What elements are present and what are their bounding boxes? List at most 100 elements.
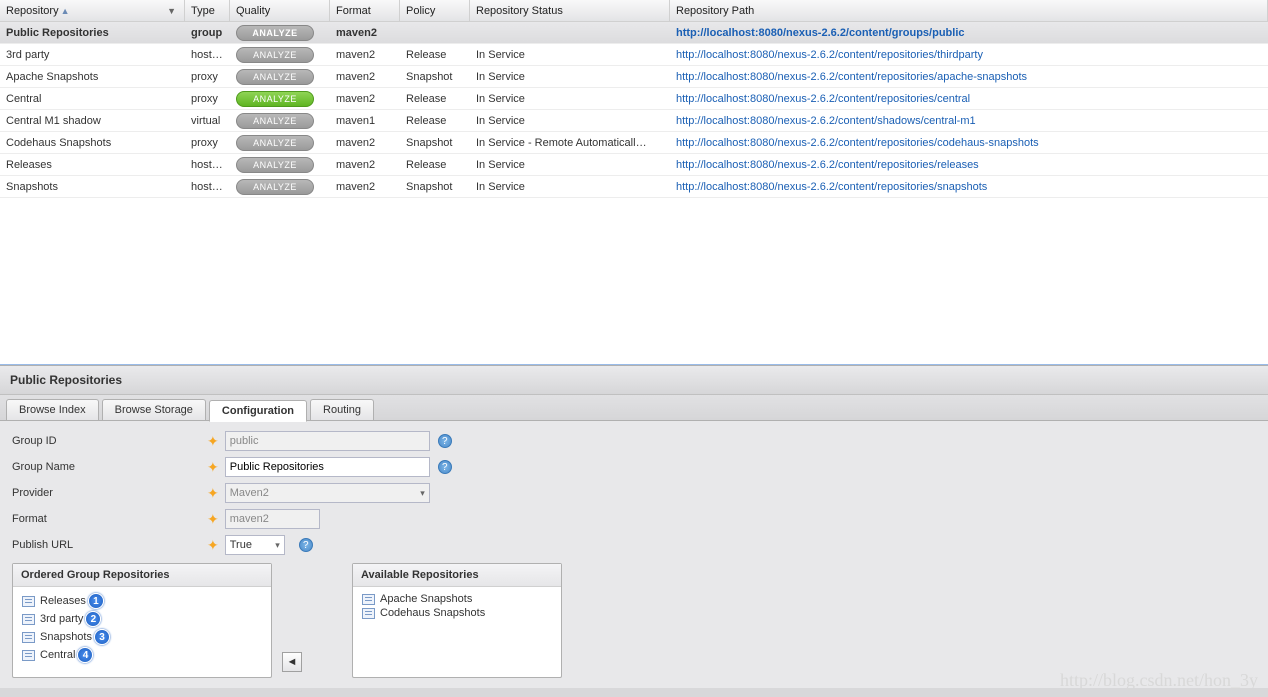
column-header-policy[interactable]: Policy xyxy=(400,0,470,21)
cell-type: hosted xyxy=(185,154,230,175)
cell-repository: 3rd party xyxy=(0,44,185,65)
list-item[interactable]: Apache Snapshots xyxy=(358,592,556,606)
chevron-down-icon: ▾ xyxy=(275,540,280,551)
analyze-button[interactable]: ANALYZE xyxy=(236,25,314,41)
select-provider: Maven2▾ xyxy=(225,483,430,503)
list-item[interactable]: Snapshots3 xyxy=(18,628,266,646)
available-list[interactable]: Apache SnapshotsCodehaus Snapshots xyxy=(353,587,561,677)
order-badge: 4 xyxy=(77,647,93,663)
analyze-button[interactable]: ANALYZE xyxy=(236,157,314,173)
tab-browse-index[interactable]: Browse Index xyxy=(6,399,99,420)
chevron-down-icon[interactable]: ▼ xyxy=(167,0,176,21)
select-publish-url[interactable]: True▾ xyxy=(225,535,285,555)
available-legend: Available Repositories xyxy=(353,564,561,587)
table-row[interactable]: ReleaseshostedANALYZEmaven2ReleaseIn Ser… xyxy=(0,154,1268,176)
required-icon: ✦ xyxy=(207,459,219,476)
list-item-label: Central xyxy=(40,649,75,661)
analyze-button[interactable]: ANALYZE xyxy=(236,47,314,63)
help-icon[interactable]: ? xyxy=(438,460,452,474)
tab-routing[interactable]: Routing xyxy=(310,399,374,420)
repository-icon xyxy=(22,650,35,661)
repository-icon xyxy=(362,594,375,605)
grid-header: Repository▲ ▼ Type Quality Format Policy… xyxy=(0,0,1268,22)
required-icon: ✦ xyxy=(207,485,219,502)
list-item[interactable]: Central4 xyxy=(18,646,266,664)
cell-path: http://localhost:8080/nexus-2.6.2/conten… xyxy=(670,176,1268,197)
repository-path-link[interactable]: http://localhost:8080/nexus-2.6.2/conten… xyxy=(676,181,987,193)
help-icon[interactable]: ? xyxy=(438,434,452,448)
label-provider: Provider xyxy=(12,487,207,499)
cell-status: In Service xyxy=(470,88,670,109)
repository-path-link[interactable]: http://localhost:8080/nexus-2.6.2/conten… xyxy=(676,71,1027,83)
table-row[interactable]: Codehaus SnapshotsproxyANALYZEmaven2Snap… xyxy=(0,132,1268,154)
input-group-name[interactable] xyxy=(225,457,430,477)
sort-asc-icon: ▲ xyxy=(61,6,70,16)
list-item[interactable]: Codehaus Snapshots xyxy=(358,606,556,620)
cell-policy: Snapshot xyxy=(400,176,470,197)
cell-format: maven2 xyxy=(330,176,400,197)
cell-type: proxy xyxy=(185,132,230,153)
cell-status xyxy=(470,22,670,43)
analyze-button[interactable]: ANALYZE xyxy=(236,113,314,129)
input-group-id xyxy=(225,431,430,451)
cell-path: http://localhost:8080/nexus-2.6.2/conten… xyxy=(670,88,1268,109)
table-row[interactable]: Central M1 shadowvirtualANALYZEmaven1Rel… xyxy=(0,110,1268,132)
repository-icon xyxy=(22,596,35,607)
analyze-button[interactable]: ANALYZE xyxy=(236,179,314,195)
tab-browse-storage[interactable]: Browse Storage xyxy=(102,399,206,420)
help-icon[interactable]: ? xyxy=(299,538,313,552)
cell-status: In Service xyxy=(470,44,670,65)
repository-path-link[interactable]: http://localhost:8080/nexus-2.6.2/conten… xyxy=(676,137,1039,149)
order-badge: 3 xyxy=(94,629,110,645)
cell-status: In Service xyxy=(470,154,670,175)
column-header-status[interactable]: Repository Status xyxy=(470,0,670,21)
repository-path-link[interactable]: http://localhost:8080/nexus-2.6.2/conten… xyxy=(676,93,970,105)
ordered-list[interactable]: Releases13rd party2Snapshots3Central4 xyxy=(13,587,271,677)
table-row[interactable]: 3rd partyhostedANALYZEmaven2ReleaseIn Se… xyxy=(0,44,1268,66)
cell-path: http://localhost:8080/nexus-2.6.2/conten… xyxy=(670,66,1268,87)
list-item[interactable]: 3rd party2 xyxy=(18,610,266,628)
move-left-button[interactable]: ◄ xyxy=(282,652,302,672)
cell-policy: Release xyxy=(400,110,470,131)
repository-icon xyxy=(22,632,35,643)
list-item[interactable]: Releases1 xyxy=(18,592,266,610)
cell-format: maven2 xyxy=(330,154,400,175)
column-header-format[interactable]: Format xyxy=(330,0,400,21)
cell-quality: ANALYZE xyxy=(230,132,330,153)
cell-quality: ANALYZE xyxy=(230,22,330,43)
cell-type: proxy xyxy=(185,88,230,109)
repository-path-link[interactable]: http://localhost:8080/nexus-2.6.2/conten… xyxy=(676,27,965,39)
cell-format: maven2 xyxy=(330,88,400,109)
repository-path-link[interactable]: http://localhost:8080/nexus-2.6.2/conten… xyxy=(676,159,979,171)
available-repositories: Available Repositories Apache SnapshotsC… xyxy=(352,563,562,678)
cell-repository: Snapshots xyxy=(0,176,185,197)
label-group-name: Group Name xyxy=(12,461,207,473)
column-header-repository[interactable]: Repository▲ ▼ xyxy=(0,0,185,21)
table-row[interactable]: SnapshotshostedANALYZEmaven2SnapshotIn S… xyxy=(0,176,1268,198)
analyze-button[interactable]: ANALYZE xyxy=(236,91,314,107)
column-header-type[interactable]: Type xyxy=(185,0,230,21)
cell-path: http://localhost:8080/nexus-2.6.2/conten… xyxy=(670,110,1268,131)
column-header-quality[interactable]: Quality xyxy=(230,0,330,21)
table-row[interactable]: CentralproxyANALYZEmaven2ReleaseIn Servi… xyxy=(0,88,1268,110)
cell-path: http://localhost:8080/nexus-2.6.2/conten… xyxy=(670,22,1268,43)
repository-path-link[interactable]: http://localhost:8080/nexus-2.6.2/conten… xyxy=(676,49,983,61)
ordered-legend: Ordered Group Repositories xyxy=(13,564,271,587)
cell-repository: Releases xyxy=(0,154,185,175)
detail-title: Public Repositories xyxy=(0,366,1268,395)
analyze-button[interactable]: ANALYZE xyxy=(236,69,314,85)
cell-quality: ANALYZE xyxy=(230,66,330,87)
list-item-label: Apache Snapshots xyxy=(380,593,472,605)
cell-policy: Snapshot xyxy=(400,66,470,87)
table-row[interactable]: Apache SnapshotsproxyANALYZEmaven2Snapsh… xyxy=(0,66,1268,88)
shuttle-buttons: ◄ xyxy=(282,563,302,678)
cell-format: maven1 xyxy=(330,110,400,131)
table-row[interactable]: Public RepositoriesgroupANALYZEmaven2htt… xyxy=(0,22,1268,44)
tab-configuration[interactable]: Configuration xyxy=(209,400,307,422)
input-format xyxy=(225,509,320,529)
column-header-path[interactable]: Repository Path xyxy=(670,0,1268,21)
cell-status: In Service - Remote Automaticall… xyxy=(470,132,670,153)
list-item-label: 3rd party xyxy=(40,613,83,625)
repository-path-link[interactable]: http://localhost:8080/nexus-2.6.2/conten… xyxy=(676,115,976,127)
analyze-button[interactable]: ANALYZE xyxy=(236,135,314,151)
